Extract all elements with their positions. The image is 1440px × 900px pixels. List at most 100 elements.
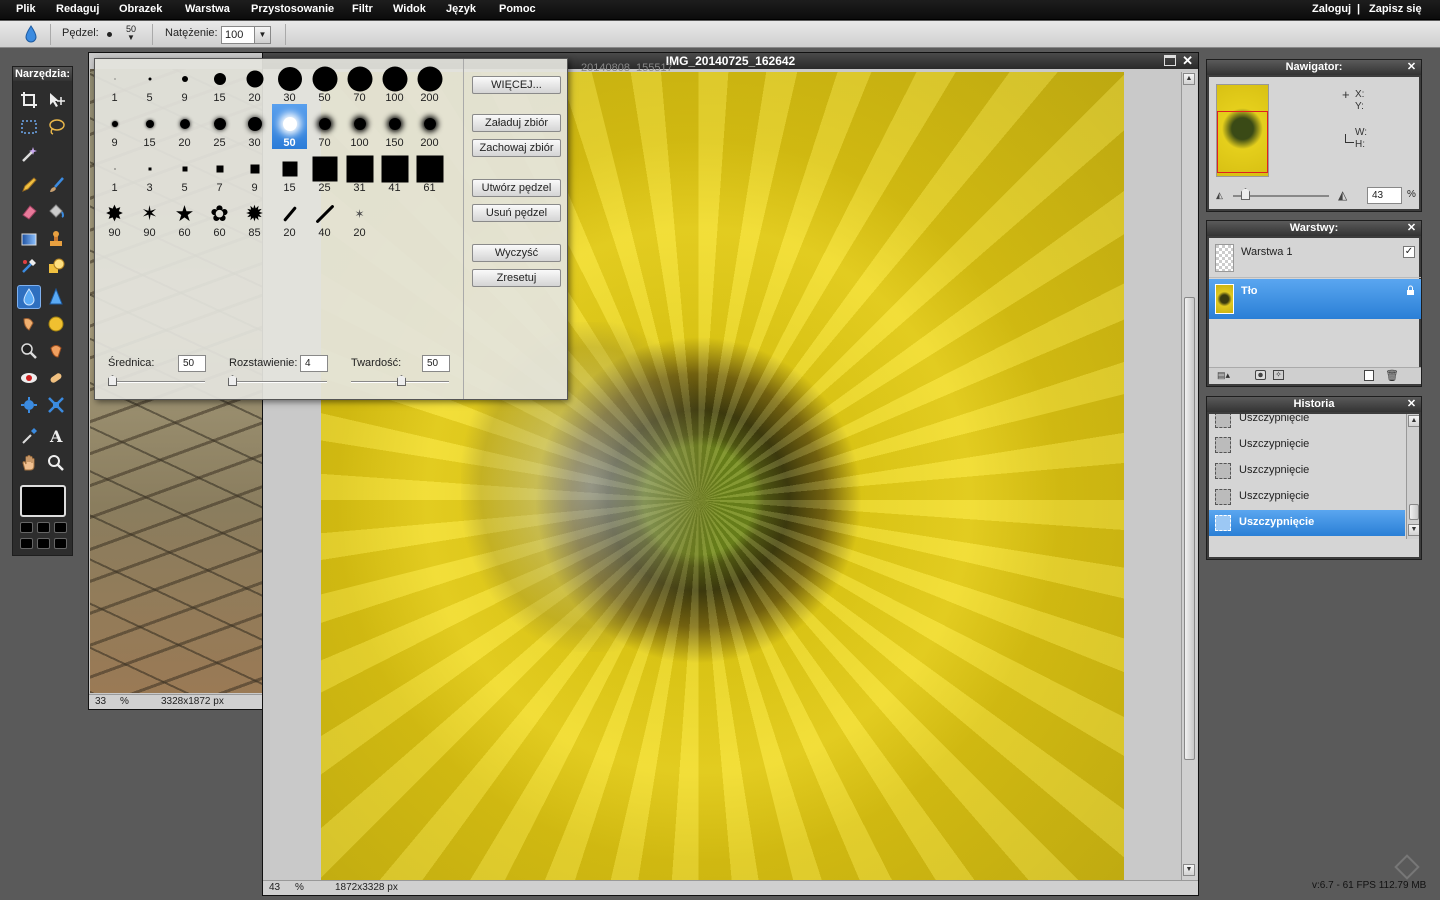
- scroll-up-button[interactable]: ▲: [1183, 73, 1195, 85]
- color-picker-icon[interactable]: [17, 424, 41, 448]
- chevron-down-icon[interactable]: ▼: [254, 27, 270, 43]
- zoom-slider-thumb[interactable]: [1241, 188, 1250, 200]
- lasso-icon[interactable]: [44, 115, 68, 139]
- magic-wand-icon[interactable]: [17, 142, 41, 166]
- zoom-value[interactable]: 43: [269, 882, 280, 893]
- brush-preset[interactable]: 9: [237, 149, 272, 194]
- menu-help[interactable]: Pomoc: [499, 3, 536, 15]
- panel-header[interactable]: Historia ✕: [1207, 397, 1421, 412]
- strength-select[interactable]: 100 ▼: [221, 26, 271, 44]
- close-icon[interactable]: ✕: [1406, 399, 1417, 410]
- vertical-scrollbar[interactable]: ▲ ▼: [1181, 72, 1197, 880]
- pencil-icon[interactable]: [17, 173, 41, 197]
- spot-heal-icon[interactable]: [44, 366, 68, 390]
- brush-preset[interactable]: 1: [97, 149, 132, 194]
- brush-preset-star-thin[interactable]: ✶ 90: [132, 194, 167, 239]
- zoom-out-icon[interactable]: ◭: [1216, 190, 1223, 201]
- diameter-slider-track[interactable]: [109, 381, 205, 383]
- crop-icon[interactable]: [17, 88, 41, 112]
- brush-preset-sparkle[interactable]: ✶ 20: [342, 194, 377, 239]
- menu-layer[interactable]: Warstwa: [185, 3, 230, 15]
- brush-preset[interactable]: 9: [97, 104, 132, 149]
- scroll-thumb[interactable]: [1184, 297, 1195, 760]
- scroll-thumb[interactable]: [1409, 504, 1419, 520]
- create-brush-button[interactable]: Utwórz pędzel: [472, 179, 561, 197]
- navigator-thumbnail[interactable]: [1216, 84, 1269, 177]
- brush-preset[interactable]: 9: [167, 59, 202, 104]
- brush-preset[interactable]: 15: [272, 149, 307, 194]
- history-item[interactable]: Uszczypnięcie: [1209, 432, 1405, 458]
- brush-preset-stroke[interactable]: 40: [307, 194, 342, 239]
- dodge-icon[interactable]: [17, 339, 41, 363]
- brush-preset[interactable]: 20: [237, 59, 272, 104]
- type-icon[interactable]: A: [44, 424, 68, 448]
- layer-mask-icon[interactable]: [1255, 370, 1266, 380]
- menu-image[interactable]: Obrazek: [119, 3, 162, 15]
- brush-preset[interactable]: 25: [307, 149, 342, 194]
- brush-preset[interactable]: 15: [202, 59, 237, 104]
- layer-options-icon[interactable]: ▤▴: [1217, 370, 1230, 381]
- brush-preset[interactable]: 20: [167, 104, 202, 149]
- blur-icon[interactable]: [17, 285, 41, 309]
- menu-file[interactable]: Plik: [16, 3, 36, 15]
- zoom-value[interactable]: 33: [95, 696, 106, 707]
- spacing-input[interactable]: 4: [300, 355, 328, 372]
- brush-preset-leaf[interactable]: 20: [272, 194, 307, 239]
- menu-view[interactable]: Widok: [393, 3, 426, 15]
- menu-language[interactable]: Język: [446, 3, 476, 15]
- login-link[interactable]: Zaloguj: [1312, 3, 1351, 15]
- brush-preset[interactable]: 50: [307, 59, 342, 104]
- move-icon[interactable]: [44, 88, 68, 112]
- brush-preset[interactable]: 200: [412, 59, 447, 104]
- clear-button[interactable]: Wyczyść: [472, 244, 561, 262]
- palette-swatch[interactable]: [54, 522, 67, 533]
- brush-icon[interactable]: [44, 173, 68, 197]
- load-set-button[interactable]: Załaduj zbiór: [472, 114, 561, 132]
- brush-preset-burst[interactable]: ✸ 90: [97, 194, 132, 240]
- register-link[interactable]: Zapisz się: [1369, 3, 1422, 15]
- spacing-slider-thumb[interactable]: [228, 375, 237, 386]
- palette-swatch[interactable]: [54, 538, 67, 549]
- brush-preset[interactable]: 31: [342, 149, 377, 194]
- gradient-icon[interactable]: [17, 227, 41, 251]
- history-item-selected[interactable]: Uszczypnięcie: [1209, 510, 1405, 536]
- brush-preset[interactable]: 70: [342, 59, 377, 104]
- trash-icon[interactable]: 🗑: [1385, 369, 1399, 382]
- brush-preset-selected[interactable]: 50: [272, 104, 307, 149]
- smudge-icon[interactable]: [17, 312, 41, 336]
- brush-picker[interactable]: 50 ▼: [101, 24, 141, 45]
- brush-preset[interactable]: 30: [237, 104, 272, 149]
- brush-preset-flower[interactable]: ✿ 60: [202, 194, 237, 240]
- new-layer-icon[interactable]: [1364, 370, 1374, 381]
- scroll-up-button[interactable]: ▲: [1408, 415, 1419, 427]
- palette-swatch[interactable]: [37, 522, 50, 533]
- history-item[interactable]: Uszczypnięcie: [1209, 484, 1405, 510]
- menu-adjustment[interactable]: Przystosowanie: [251, 3, 334, 15]
- layer-style-icon[interactable]: ✧: [1273, 370, 1284, 380]
- brush-preset[interactable]: 200: [412, 104, 447, 149]
- brush-preset[interactable]: 15: [132, 104, 167, 149]
- visibility-checkbox[interactable]: ✓: [1403, 246, 1415, 258]
- more-brushes-button[interactable]: WIĘCEJ...: [472, 76, 561, 94]
- sharpen-icon[interactable]: [44, 285, 68, 309]
- foreground-color-swatch[interactable]: [20, 485, 66, 517]
- marquee-icon[interactable]: [17, 115, 41, 139]
- history-scrollbar[interactable]: ▲ ▼: [1406, 414, 1419, 539]
- pinch-icon[interactable]: [44, 393, 68, 417]
- hardness-input[interactable]: 50: [422, 355, 450, 372]
- navigator-zoom-input[interactable]: 43: [1367, 187, 1402, 204]
- history-item[interactable]: Uszczypnięcie: [1209, 414, 1405, 432]
- clone-stamp-icon[interactable]: [44, 227, 68, 251]
- eraser-icon[interactable]: [17, 200, 41, 224]
- brush-preset[interactable]: 25: [202, 104, 237, 149]
- delete-brush-button[interactable]: Usuń pędzel: [472, 204, 561, 222]
- panel-header[interactable]: Nawigator: ✕: [1207, 60, 1421, 75]
- diameter-input[interactable]: 50: [178, 355, 206, 372]
- save-set-button[interactable]: Zachowaj zbiór: [472, 139, 561, 157]
- maximize-icon[interactable]: [1164, 55, 1176, 66]
- sponge-icon[interactable]: [44, 312, 68, 336]
- scroll-down-button[interactable]: ▼: [1183, 864, 1195, 876]
- palette-swatch[interactable]: [20, 522, 33, 533]
- brush-preset-splat[interactable]: ✹ 85: [237, 194, 272, 240]
- spacing-slider-track[interactable]: [229, 381, 327, 383]
